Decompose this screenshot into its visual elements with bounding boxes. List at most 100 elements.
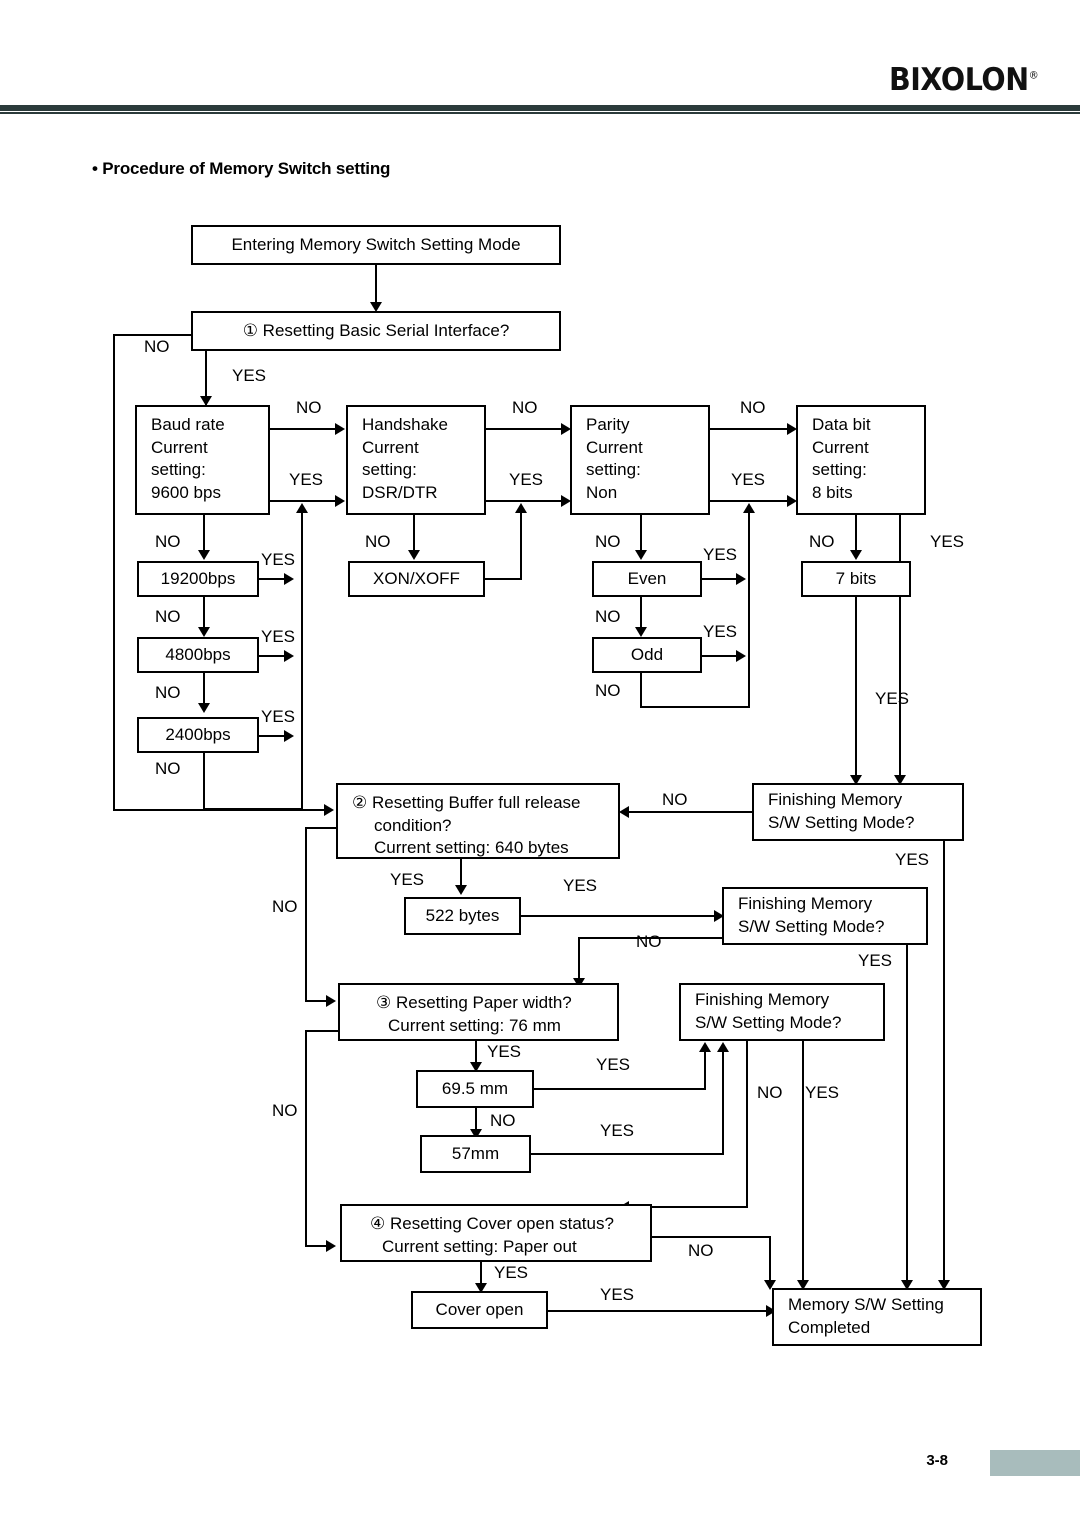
node-parity-line4: Non <box>586 482 618 502</box>
arrowhead-4800-yes <box>284 650 294 662</box>
node-finishing-memory-2: Finishing Memory S/W Setting Mode? <box>722 887 928 945</box>
node-handshake-line4: DSR/DTR <box>362 482 438 502</box>
edge-odd-no-v <box>640 673 642 708</box>
node-handshake-line2: Current <box>362 437 419 457</box>
label-2400-no: NO <box>155 759 181 778</box>
brand-text: BIXOLON <box>888 62 1029 98</box>
arrowhead-xon-up <box>515 503 527 513</box>
arrowhead-even-yes <box>736 573 746 585</box>
node-finishing-memory-1: Finishing Memory S/W Setting Mode? <box>752 783 964 841</box>
label-2400-yes: YES <box>261 707 296 726</box>
node-19200bps: 19200bps <box>137 561 259 597</box>
edge-q2-no-h <box>305 827 336 829</box>
node-7-bits: 7 bits <box>801 561 911 597</box>
edge-databit-yes-v <box>899 515 901 783</box>
label-even-yes: YES <box>703 545 738 564</box>
edge-finish1-yes-v <box>943 841 945 1288</box>
node-baud-rate-line3: setting: <box>151 460 206 480</box>
node-baud-rate-line1: Baud rate <box>151 415 225 434</box>
label-finish2-yes: YES <box>858 951 893 970</box>
arrowhead-even-no <box>635 627 647 637</box>
label-baud-no: NO <box>296 398 322 417</box>
label-q1-no: NO <box>144 337 170 356</box>
node-data-bit-line3: setting: <box>812 460 867 480</box>
node-finishing-memory-2-line1: Finishing Memory <box>738 894 873 914</box>
arrowhead-19200-yes <box>284 573 294 585</box>
label-q4-no: NO <box>688 1241 714 1260</box>
node-completed-line2: Completed <box>788 1318 871 1337</box>
node-57mm-label: 57mm <box>451 1143 500 1163</box>
node-69-5-mm-label: 69.5 mm <box>441 1078 509 1098</box>
edge-handshake-no-to-parity <box>486 428 568 430</box>
node-4800bps: 4800bps <box>137 637 259 673</box>
node-19200bps-label: 19200bps <box>160 568 236 588</box>
arrowhead-4800-no <box>198 703 210 713</box>
node-baud-rate-line2: Current <box>151 437 208 457</box>
edge-695-yes-v <box>704 1048 706 1088</box>
arrowhead-baud-yes-bus <box>296 503 308 513</box>
edge-xon-h <box>485 578 522 580</box>
section-title: • Procedure of Memory Switch setting <box>92 159 391 178</box>
node-data-bit: Data bit Current setting: 8 bits <box>796 405 926 515</box>
node-finishing-memory-1-line2: S/W Setting Mode? <box>768 813 915 832</box>
node-q4-line2: Current setting: Paper out <box>382 1236 577 1256</box>
node-baud-rate-line4: 9600 bps <box>151 482 221 502</box>
node-finishing-memory-3-line2: S/W Setting Mode? <box>695 1013 842 1032</box>
label-parity-no: NO <box>740 398 766 417</box>
label-4800-no: NO <box>155 683 181 702</box>
edge-q3-no-v <box>305 1030 307 1247</box>
edge-finish1-no-h <box>628 811 752 813</box>
node-entering-mode-label: Entering Memory Switch Setting Mode <box>231 234 521 254</box>
label-cover-open-yes: YES <box>600 1285 635 1304</box>
edge-57-yes-h <box>531 1153 724 1155</box>
node-completed-line1: Memory S/W Setting <box>788 1295 944 1315</box>
node-q2-buffer-full: ② Resetting Buffer full release conditio… <box>336 783 620 859</box>
edge-2400-no-h <box>203 808 303 810</box>
arrowhead-finish1-no <box>619 806 629 818</box>
node-entering-mode: Entering Memory Switch Setting Mode <box>191 225 561 265</box>
edge-baud-yes-bus <box>301 505 303 810</box>
label-odd-no: NO <box>595 681 621 700</box>
label-19200-no: NO <box>155 607 181 626</box>
node-q1-label: ① Resetting Basic Serial Interface? <box>242 320 510 340</box>
label-finish1-yes: YES <box>895 850 930 869</box>
node-data-bit-line4: 8 bits <box>812 482 853 502</box>
node-parity-even-label: Even <box>627 568 667 588</box>
edge-parity-yes-to-databit <box>710 500 794 502</box>
edge-handshake-yes-to-parity <box>486 500 568 502</box>
label-odd-yes: YES <box>703 622 738 641</box>
node-handshake: Handshake Current setting: DSR/DTR <box>346 405 486 515</box>
edge-finish3-no-v <box>746 1041 748 1208</box>
arrowhead-57-yes <box>717 1042 729 1052</box>
bixolon-logo: BIXOLON® <box>888 62 1039 98</box>
edge-xon-v <box>520 505 522 578</box>
node-69-5-mm: 69.5 mm <box>416 1070 534 1108</box>
node-finishing-memory-3: Finishing Memory S/W Setting Mode? <box>679 983 885 1041</box>
label-19200-yes: YES <box>261 550 296 569</box>
edge-cover-open-yes <box>548 1310 774 1312</box>
arrowhead-odd-yes <box>736 650 746 662</box>
label-695-no: NO <box>490 1111 516 1130</box>
arrowhead-parity-yes-bus <box>743 503 755 513</box>
edge-q2-no-v <box>305 827 307 1002</box>
edge-2400-no-v <box>203 753 205 810</box>
arrowhead-19200-no <box>198 627 210 637</box>
node-q4-cover-open-status: ④ Resetting Cover open status? Current s… <box>340 1204 652 1262</box>
node-q2-line3: Current setting: 640 bytes <box>374 838 569 858</box>
node-2400bps-label: 2400bps <box>165 724 231 744</box>
arrowhead-q2-yes <box>455 885 467 895</box>
node-522-bytes-label: 522 bytes <box>425 905 500 925</box>
edge-finish3-yes-v <box>802 1041 804 1288</box>
label-baud-yes: YES <box>289 470 324 489</box>
node-parity: Parity Current setting: Non <box>570 405 710 515</box>
label-handshake-yes: YES <box>509 470 544 489</box>
edge-q1-no-h <box>113 334 193 336</box>
edge-finish2-yes-v <box>906 945 908 1288</box>
node-handshake-line3: setting: <box>362 460 417 480</box>
label-q3-no: NO <box>272 1101 298 1120</box>
node-cover-open: Cover open <box>411 1291 548 1329</box>
edge-522-yes-h <box>521 915 721 917</box>
arrowhead-baud-no2 <box>198 550 210 560</box>
edge-baud-yes-to-handshake <box>270 500 342 502</box>
node-q3-line2: Current setting: 76 mm <box>388 1015 561 1035</box>
